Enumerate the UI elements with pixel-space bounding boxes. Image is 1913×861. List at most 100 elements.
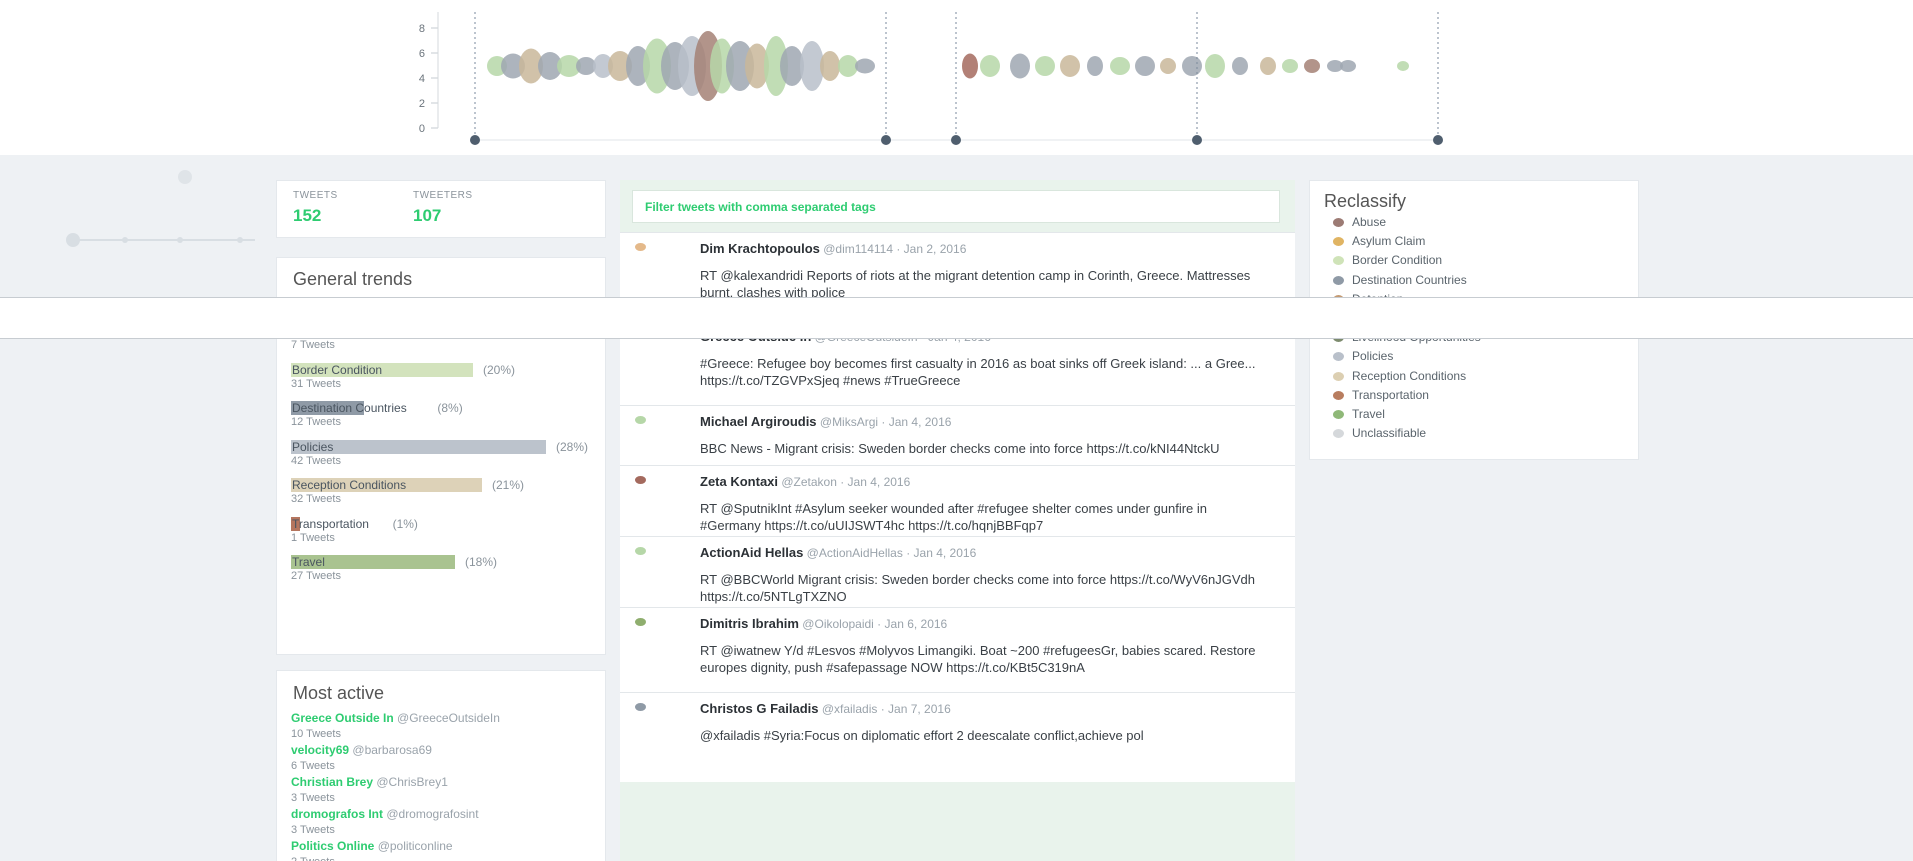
tweet-card[interactable]: Zeta Kontaxi @Zetakon · Jan 4, 2016 RT @S…: [620, 465, 1295, 536]
tweet-feed: Filter tweets with comma separated tags …: [620, 180, 1295, 861]
reclassify-option[interactable]: Travel: [1333, 407, 1385, 421]
reclassify-option[interactable]: Reception Conditions: [1333, 369, 1466, 383]
timeline-chart[interactable]: 8 6 4 2 0: [0, 0, 1913, 155]
stream-segment: [1304, 59, 1320, 73]
tweet-card[interactable]: ActionAid Hellas @ActionAidHellas · Jan …: [620, 536, 1295, 607]
active-user-row[interactable]: Politics Online @politiconline 2 Tweets: [291, 839, 453, 861]
category-dot-icon[interactable]: [635, 703, 646, 711]
active-user-handle: @ChrisBrey1: [373, 775, 448, 789]
category-dot-icon[interactable]: [635, 243, 646, 251]
trend-label: Destination Countries: [292, 401, 407, 415]
category-color-icon: [1333, 371, 1344, 381]
trend-row[interactable]: Travel (18%) 27 Tweets: [291, 555, 497, 582]
active-user-name[interactable]: dromografos Int: [291, 807, 383, 821]
stream-segment: [1135, 56, 1155, 76]
reclassify-option-label: Asylum Claim: [1352, 234, 1426, 249]
tweet-meta: @dim114114 · Jan 2, 2016: [819, 242, 967, 256]
stream-segment: [855, 58, 875, 74]
category-dot-icon[interactable]: [635, 416, 646, 424]
trend-row[interactable]: Reception Conditions (21%) 32 Tweets: [291, 478, 524, 505]
stream-segment: [820, 51, 840, 81]
timeline-y-axis: 8 6 4 2 0: [419, 12, 439, 135]
active-user-count: 6 Tweets: [291, 760, 335, 772]
tweet-text: RT @kalexandridi Reports of riots at the…: [700, 268, 1251, 300]
background-slider-decoration: [66, 170, 255, 247]
tweet-author-name[interactable]: Zeta Kontaxi: [700, 474, 778, 489]
reclassify-option[interactable]: Asylum Claim: [1333, 234, 1425, 248]
y-tick-label: 6: [419, 48, 425, 60]
tweet-author-name[interactable]: Christos G Failadis: [700, 701, 818, 716]
category-color-icon: [1333, 237, 1344, 247]
time-marker-handle[interactable]: [951, 135, 961, 145]
active-user-handle: @dromografosint: [383, 807, 479, 821]
tweet-card[interactable]: Michael Argiroudis @MiksArgi · Jan 4, 20…: [620, 405, 1295, 465]
tweets-label: TWEETS: [293, 190, 338, 201]
tweet-header: ActionAid Hellas @ActionAidHellas · Jan …: [700, 545, 976, 560]
trend-count: 7 Tweets: [291, 339, 335, 351]
reclassify-option[interactable]: Transportation: [1333, 388, 1429, 402]
filter-tags-input[interactable]: Filter tweets with comma separated tags: [632, 190, 1280, 223]
active-user-name[interactable]: Christian Brey: [291, 775, 373, 789]
category-dot-icon[interactable]: [635, 618, 646, 626]
active-user-name[interactable]: Politics Online: [291, 839, 374, 853]
tweet-meta: @MiksArgi · Jan 4, 2016: [816, 415, 952, 429]
tweet-text: RT @SputnikInt #Asylum seeker wounded af…: [700, 501, 1207, 533]
trend-row[interactable]: Border Condition (20%) 31 Tweets: [291, 362, 515, 390]
category-color-icon: [1333, 352, 1344, 362]
tweet-author-name[interactable]: Michael Argiroudis: [700, 414, 817, 429]
stream-segment: [1397, 61, 1409, 71]
reclassify-option-label: Border Condition: [1352, 253, 1443, 268]
trend-percent: (1%): [392, 516, 418, 531]
category-dot-icon[interactable]: [635, 476, 646, 484]
active-user-name[interactable]: velocity69: [291, 743, 349, 757]
reclassify-option-label: Transportation: [1352, 387, 1429, 402]
tweets-count: 152: [293, 206, 322, 225]
active-user-row[interactable]: Greece Outside In @GreeceOutsideIn 10 Twe…: [291, 711, 500, 740]
tweet-author-name[interactable]: Dim Krachtopoulos: [700, 241, 820, 256]
tweet-card[interactable]: Christos G Failadis @xfailadis · Jan 7, …: [620, 692, 1295, 782]
tweet-meta: @Oikolopaidi · Jan 6, 2016: [798, 617, 948, 631]
trend-row[interactable]: Policies (28%) 42 Tweets: [291, 439, 588, 467]
active-user-count: 2 Tweets: [291, 856, 453, 861]
reclassify-option[interactable]: Abuse: [1333, 215, 1386, 229]
reclassify-option[interactable]: Unclassifiable: [1333, 426, 1426, 440]
tweet-text: RT @BBCWorld Migrant crisis: Sweden bord…: [700, 572, 1255, 604]
screenshot-gap: [0, 297, 1913, 339]
active-user-handle: @GreeceOutsideIn: [393, 711, 500, 725]
stream-segment: [1282, 59, 1298, 73]
tweet-card[interactable]: Dimitris Ibrahim @Oikolopaidi · Jan 6, 2…: [620, 607, 1295, 692]
timeline-panel: 8 6 4 2 0: [0, 0, 1913, 155]
tweet-meta: @xfailadis · Jan 7, 2016: [818, 702, 951, 716]
tweet-header: Dimitris Ibrahim @Oikolopaidi · Jan 6, 2…: [700, 616, 947, 631]
tweet-header: Christos G Failadis @xfailadis · Jan 7, …: [700, 701, 951, 716]
active-user-count: 3 Tweets: [291, 792, 335, 804]
tweet-meta: @Zetakon · Jan 4, 2016: [778, 475, 911, 489]
trend-count: 12 Tweets: [291, 416, 341, 428]
trend-percent: (20%): [483, 362, 516, 377]
time-marker-handle[interactable]: [1433, 135, 1443, 145]
most-active-card: Most active Greece Outside In @GreeceOut…: [276, 670, 606, 861]
active-user-row[interactable]: Christian Brey @ChrisBrey1 3 Tweets: [291, 775, 448, 804]
reclassify-option-label: Abuse: [1352, 215, 1387, 229]
trend-percent: (8%): [437, 401, 463, 415]
tweet-author-name[interactable]: ActionAid Hellas: [700, 545, 803, 560]
time-marker-handle[interactable]: [881, 135, 891, 145]
active-user-name[interactable]: Greece Outside In: [291, 711, 394, 725]
time-marker-handle[interactable]: [470, 135, 480, 145]
y-tick-label: 0: [419, 123, 425, 135]
reclassify-option[interactable]: Policies: [1333, 349, 1393, 363]
active-user-row[interactable]: dromografos Int @dromografosint 3 Tweets: [291, 807, 479, 836]
active-user-count: 10 Tweets: [291, 728, 341, 740]
reclassify-option[interactable]: Border Condition: [1333, 253, 1442, 267]
active-user-row[interactable]: velocity69 @barbarosa69 6 Tweets: [291, 743, 432, 772]
time-marker-handle[interactable]: [1192, 135, 1202, 145]
trend-label: Border Condition: [292, 362, 383, 377]
trend-row[interactable]: Transportation (1%) 1 Tweets: [291, 516, 418, 544]
trend-row[interactable]: Destination Countries (8%) 12 Tweets: [291, 401, 463, 428]
reclassify-option[interactable]: Destination Countries: [1333, 273, 1467, 287]
category-dot-icon[interactable]: [635, 547, 646, 555]
stream-segment: [1232, 57, 1248, 75]
reclassify-option-label: Reception Conditions: [1352, 368, 1467, 383]
category-color-icon: [1333, 256, 1344, 266]
tweet-author-name[interactable]: Dimitris Ibrahim: [700, 616, 799, 631]
